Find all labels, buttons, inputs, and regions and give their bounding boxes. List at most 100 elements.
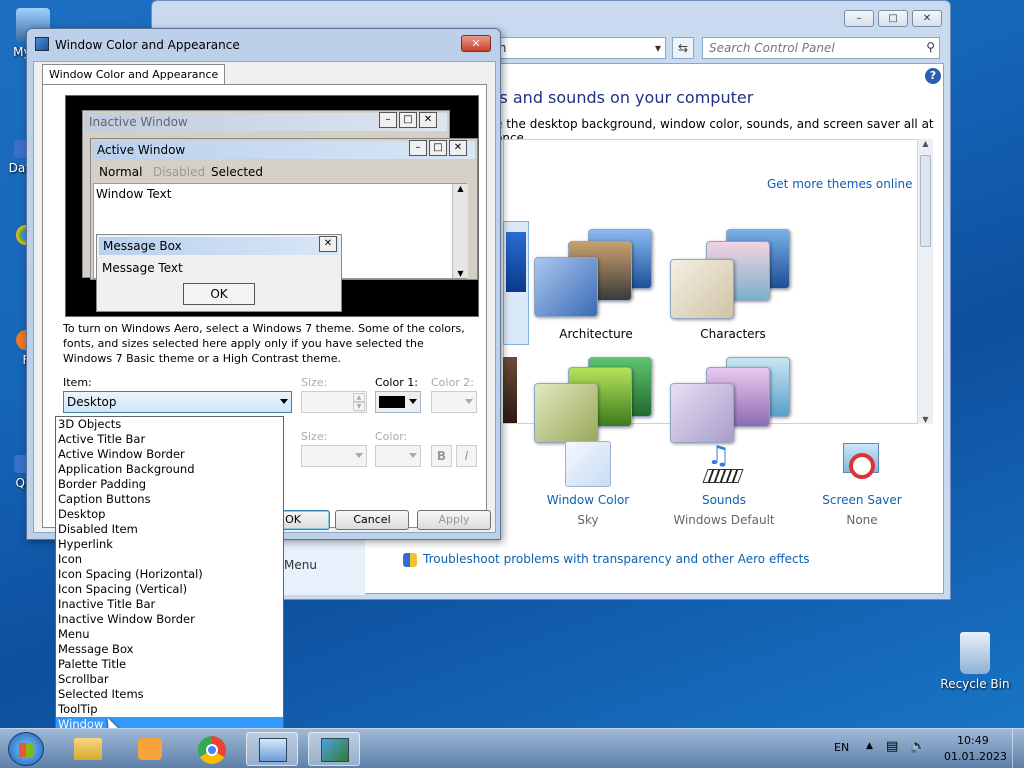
preview-message-box[interactable]: Message Box ✕ Message Text OK	[96, 234, 342, 312]
preview-minimize-icon: –	[379, 112, 397, 128]
volume-icon[interactable]: 🔈	[910, 739, 926, 754]
theme-nature[interactable]	[532, 353, 662, 443]
scroll-thumb[interactable]	[920, 155, 931, 247]
item-select-value: Desktop	[67, 395, 117, 409]
maximize-button[interactable]: □	[878, 10, 908, 27]
show-hidden-icons-icon[interactable]: ▲	[866, 741, 873, 751]
taskbar-chrome[interactable]	[186, 732, 238, 766]
dropdown-item[interactable]: Application Background	[56, 462, 283, 477]
theme-landscapes[interactable]	[670, 353, 800, 443]
dialog-close-button[interactable]: ✕	[461, 35, 491, 52]
chevron-down-icon	[280, 399, 288, 404]
size-label: Size:	[301, 376, 328, 389]
search-input[interactable]: Search Control Panel ⚲	[702, 37, 940, 59]
scroll-up-icon[interactable]: ▲	[918, 139, 933, 148]
dropdown-item[interactable]: Icon Spacing (Horizontal)	[56, 567, 283, 582]
preview-active-title: Active Window	[97, 143, 186, 157]
font-size-label: Size:	[301, 430, 328, 443]
preview-msgbox-titlebar: Message Box	[99, 237, 339, 255]
show-desktop-button[interactable]	[1012, 729, 1024, 768]
taskbar-personalization[interactable]	[308, 732, 360, 766]
personalization-icon	[321, 738, 349, 762]
window-color-icon	[565, 441, 611, 487]
language-indicator[interactable]: EN	[834, 741, 849, 754]
preview-menu-selected: Selected	[211, 165, 264, 179]
color1-picker[interactable]	[375, 391, 421, 413]
item-select[interactable]: Desktop	[63, 391, 292, 413]
spinner-down-icon[interactable]: ▼	[353, 402, 365, 411]
theme-selected-partial[interactable]	[503, 221, 529, 345]
sounds-item[interactable]: ♫ Sounds Windows Default	[664, 441, 784, 527]
preview-menu-normal: Normal	[99, 165, 143, 179]
dropdown-item[interactable]: Caption Buttons	[56, 492, 283, 507]
chevron-down-icon[interactable]: ▾	[655, 41, 661, 55]
dropdown-item[interactable]: Menu	[56, 627, 283, 642]
spinner-up-icon[interactable]: ▲	[353, 393, 365, 402]
dropdown-item[interactable]: ToolTip	[56, 702, 283, 717]
scroll-up-icon: ▲	[457, 184, 464, 193]
cancel-button[interactable]: Cancel	[335, 510, 409, 530]
dropdown-item[interactable]: Icon	[56, 552, 283, 567]
dropdown-item[interactable]: Palette Title	[56, 657, 283, 672]
scrollbar[interactable]: ▲ ▼	[917, 139, 933, 424]
scroll-down-icon[interactable]: ▼	[918, 415, 933, 424]
taskbar-control-panel[interactable]	[246, 732, 298, 766]
minimize-button[interactable]: –	[844, 10, 874, 27]
window-color-item[interactable]: Window Color Sky	[528, 441, 648, 527]
preview-minimize-icon: –	[409, 140, 427, 156]
troubleshoot-link[interactable]: Troubleshoot problems with transparency …	[403, 552, 810, 567]
item-dropdown-list[interactable]: 3D Objects Active Title Bar Active Windo…	[55, 416, 284, 733]
dropdown-item[interactable]: Selected Items	[56, 687, 283, 702]
dropdown-item[interactable]: Message Box	[56, 642, 283, 657]
media-player-icon	[138, 738, 162, 760]
characters-thumb-front	[670, 259, 734, 319]
chevron-down-icon	[409, 453, 417, 458]
network-icon[interactable]: ▤	[886, 739, 898, 754]
dropdown-item[interactable]: Border Padding	[56, 477, 283, 492]
desktop-icon-recycle-bin[interactable]: Recycle Bin	[940, 632, 1010, 691]
taskbar-media-player[interactable]	[124, 732, 176, 766]
dropdown-item[interactable]: Hyperlink	[56, 537, 283, 552]
refresh-icon[interactable]: ⇆	[672, 37, 694, 59]
color1-swatch	[379, 396, 405, 408]
tab-window-color[interactable]: Window Color and Appearance	[42, 64, 226, 84]
left-pane-menu-link[interactable]: Menu	[284, 558, 317, 572]
clock-date[interactable]: 01.01.2023	[944, 750, 1007, 763]
preview-msgbox-text: Message Text	[102, 261, 183, 275]
font-color-picker[interactable]	[375, 445, 421, 467]
color1-label: Color 1:	[375, 376, 418, 389]
taskbar-explorer[interactable]	[62, 732, 114, 766]
screen-saver-item[interactable]: Screen Saver None	[802, 441, 922, 527]
start-button[interactable]	[8, 732, 44, 766]
desktop-icon-label: Recycle Bin	[940, 677, 1010, 691]
recycle-bin-icon	[960, 632, 990, 674]
dropdown-item[interactable]: Inactive Title Bar	[56, 597, 283, 612]
dropdown-item[interactable]: Desktop	[56, 507, 283, 522]
apply-button[interactable]: Apply	[417, 510, 491, 530]
get-more-themes-link[interactable]: Get more themes online	[767, 177, 913, 191]
dropdown-item[interactable]: Inactive Window Border	[56, 612, 283, 627]
windows-logo-icon	[19, 743, 33, 757]
appearance-preview[interactable]: Inactive Window – □ ✕ Active Window – □ …	[65, 95, 479, 317]
help-icon[interactable]: ?	[925, 68, 941, 84]
dropdown-item[interactable]: Icon Spacing (Vertical)	[56, 582, 283, 597]
clock-time[interactable]: 10:49	[957, 734, 989, 747]
dropdown-item[interactable]: Active Window Border	[56, 447, 283, 462]
theme-row2-partial[interactable]	[503, 357, 517, 423]
dropdown-item[interactable]: Active Title Bar	[56, 432, 283, 447]
italic-button[interactable]: I	[456, 445, 477, 467]
preview-menubar: Normal Disabled Selected	[93, 163, 473, 181]
chevron-down-icon	[409, 399, 417, 404]
item-label: Item:	[63, 376, 92, 389]
font-size-select[interactable]	[301, 445, 367, 467]
search-icon[interactable]: ⚲	[926, 40, 935, 54]
dropdown-item[interactable]: 3D Objects	[56, 417, 283, 432]
folder-icon	[74, 738, 102, 760]
italic-icon: I	[464, 449, 469, 463]
dropdown-item[interactable]: Disabled Item	[56, 522, 283, 537]
dropdown-item[interactable]: Scrollbar	[56, 672, 283, 687]
size-spinner[interactable]: ▲ ▼	[301, 391, 367, 413]
close-button[interactable]: ✕	[912, 10, 942, 27]
bold-button[interactable]: B	[431, 445, 452, 467]
color2-picker[interactable]	[431, 391, 477, 413]
